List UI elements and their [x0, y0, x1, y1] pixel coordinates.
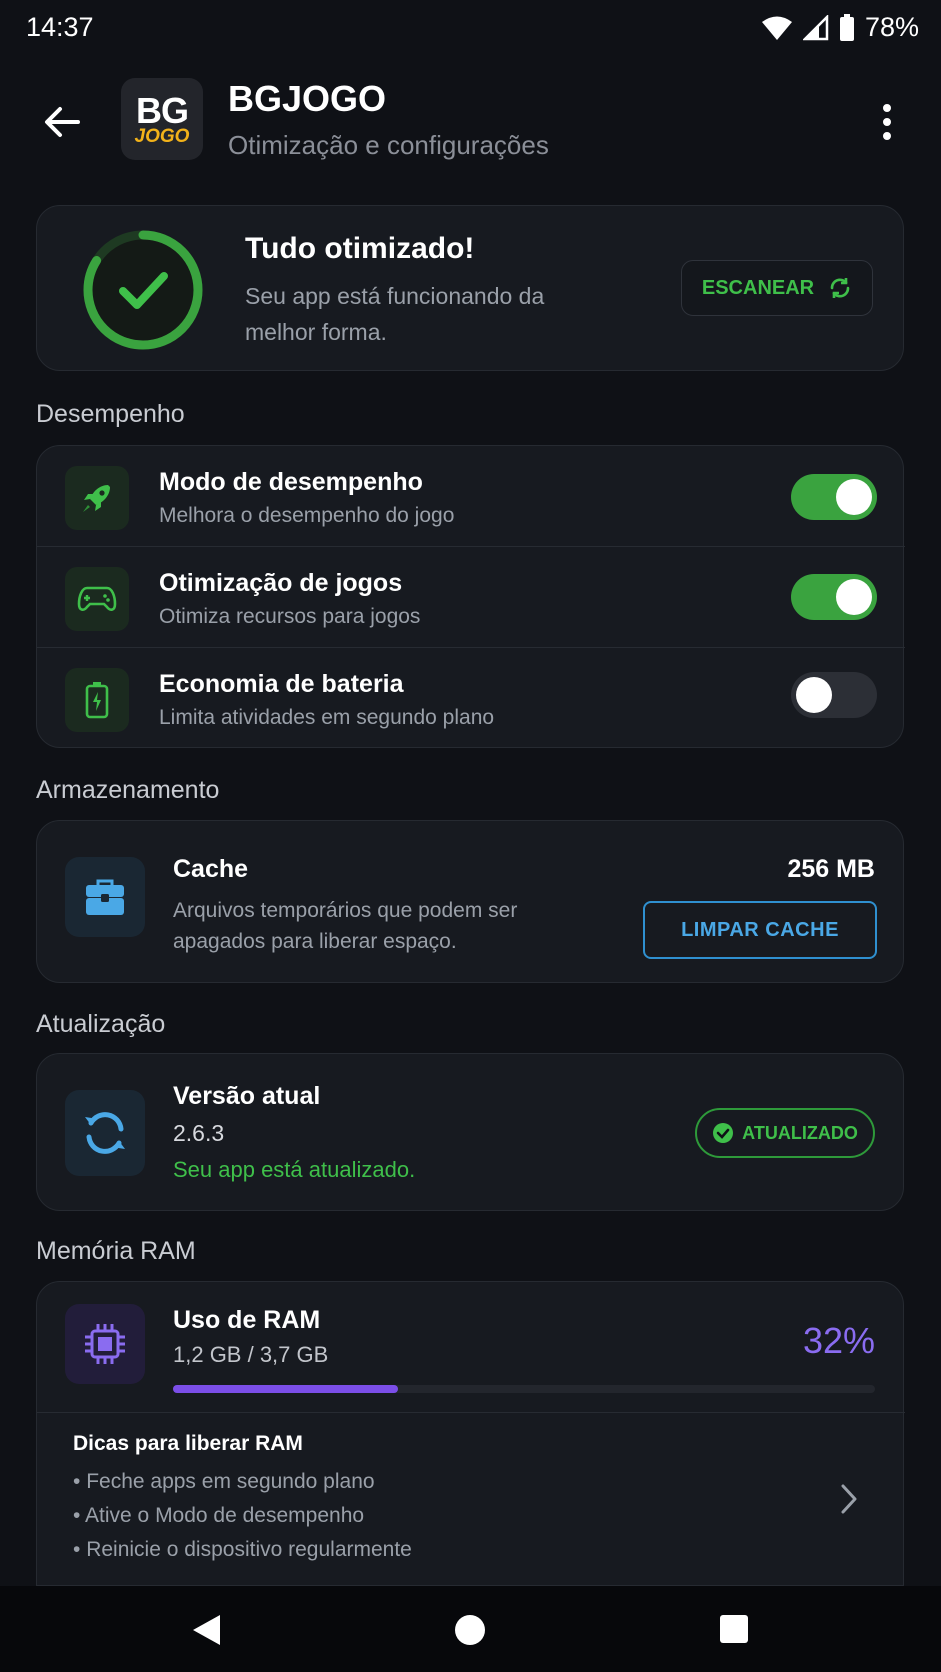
- nav-home-icon[interactable]: [454, 1614, 486, 1646]
- hero-subtitle: Seu app está funcionando da melhor forma…: [245, 283, 545, 345]
- wifi-icon: [761, 16, 792, 40]
- ram-tip-text: Reinicie o dispositivo regularmente: [86, 1538, 412, 1561]
- battery-icon: [65, 668, 129, 732]
- ram-tip-item: • Feche apps em segundo plano: [73, 1470, 375, 1493]
- toggle-knob: [836, 479, 872, 515]
- section-ram-title: Memória RAM: [36, 1237, 196, 1265]
- gamepad-icon: [65, 567, 129, 631]
- battery-status-icon: [839, 13, 854, 41]
- chevron-right-icon[interactable]: [837, 1482, 861, 1516]
- refresh-icon: [830, 278, 850, 298]
- app-logo: BG JOGO: [121, 78, 203, 160]
- sync-icon: [65, 1090, 145, 1176]
- ram-card: Uso de RAM 1,2 GB / 3,7 GB 32% Dicas par…: [36, 1281, 905, 1586]
- storage-card: Cache Arquivos temporários que podem ser…: [36, 820, 904, 983]
- game-optimization-title: Otimização de jogos: [159, 569, 403, 597]
- logo-bg-text: BG: [136, 89, 189, 131]
- ram-usage-title: Uso de RAM: [173, 1306, 321, 1334]
- battery-saver-row[interactable]: Economia de bateria Limita atividades em…: [37, 648, 905, 748]
- nav-recents-icon[interactable]: [719, 1614, 749, 1644]
- hero-title: Tudo otimizado!: [245, 232, 475, 265]
- game-optimization-subtitle: Otimiza recursos para jogos: [159, 605, 421, 628]
- ram-tip-item: • Ative o Modo de desempenho: [73, 1504, 365, 1527]
- nav-back-icon[interactable]: [190, 1613, 222, 1647]
- check-circle-icon: [713, 1123, 734, 1143]
- back-arrow-icon[interactable]: [40, 100, 84, 144]
- game-optimization-toggle[interactable]: [791, 574, 877, 620]
- scan-label: ESCANEAR: [701, 276, 815, 299]
- app-title: BGJOGO: [228, 78, 387, 119]
- updated-badge-label: ATUALIZADO: [742, 1122, 858, 1143]
- logo-jogo-text: JOGO: [134, 125, 190, 147]
- check-ring-icon: [83, 230, 203, 350]
- clear-cache-button[interactable]: LIMPAR CACHE: [643, 901, 877, 959]
- rocket-icon: [65, 466, 129, 530]
- status-time: 14:37: [26, 12, 94, 42]
- cache-subtitle: Arquivos temporários que podem ser apaga…: [173, 899, 518, 953]
- battery-percent: 78%: [864, 12, 919, 42]
- system-nav-bar: [0, 1586, 941, 1672]
- section-update-title: Atualização: [36, 1010, 166, 1038]
- section-performance-title: Desempenho: [36, 400, 185, 428]
- status-icons: 78%: [761, 12, 919, 43]
- ram-usage-amount: 1,2 GB / 3,7 GB: [173, 1342, 329, 1367]
- signal-icon: [802, 14, 829, 40]
- optimization-status-card: Tudo otimizado! Seu app está funcionando…: [36, 205, 904, 371]
- divider: [37, 1412, 905, 1413]
- ram-tip-item: • Reinicie o dispositivo regularmente: [73, 1538, 412, 1561]
- updated-badge: ATUALIZADO: [695, 1108, 875, 1158]
- performance-mode-title: Modo de desempenho: [159, 468, 423, 496]
- ram-tip-text: Feche apps em segundo plano: [86, 1470, 375, 1493]
- ram-progress-bar: [173, 1385, 875, 1393]
- battery-saver-toggle[interactable]: [791, 672, 877, 718]
- performance-mode-row[interactable]: Modo de desempenho Melhora o desempenho …: [37, 446, 905, 546]
- cache-size: 256 MB: [787, 855, 875, 883]
- ram-tip-text: Ative o Modo de desempenho: [85, 1504, 365, 1527]
- section-storage-title: Armazenamento: [36, 776, 220, 804]
- status-bar: 14:37 78%: [0, 0, 941, 60]
- ram-tips-title: Dicas para liberar RAM: [73, 1432, 303, 1455]
- toggle-knob: [836, 579, 872, 615]
- ram-progress-fill: [173, 1385, 398, 1393]
- toolbox-icon: [65, 857, 145, 937]
- performance-mode-toggle[interactable]: [791, 474, 877, 520]
- performance-mode-subtitle: Melhora o desempenho do jogo: [159, 504, 455, 527]
- more-options-icon[interactable]: [872, 100, 902, 144]
- game-optimization-row[interactable]: Otimização de jogos Otimiza recursos par…: [37, 547, 905, 647]
- cache-title: Cache: [173, 855, 249, 883]
- performance-card: Modo de desempenho Melhora o desempenho …: [36, 445, 905, 748]
- app-subtitle: Otimização e configurações: [228, 130, 549, 160]
- toggle-knob: [796, 677, 832, 713]
- current-version-title: Versão atual: [173, 1082, 321, 1110]
- ram-usage-percent: 32%: [802, 1320, 875, 1361]
- version-number: 2.6.3: [173, 1120, 225, 1146]
- scan-button[interactable]: ESCANEAR: [681, 260, 873, 316]
- battery-saver-title: Economia de bateria: [159, 670, 404, 698]
- battery-saver-subtitle: Limita atividades em segundo plano: [159, 706, 495, 729]
- update-card: Versão atual 2.6.3 Seu app está atualiza…: [36, 1053, 904, 1211]
- chip-icon: [65, 1304, 145, 1384]
- update-status-text: Seu app está atualizado.: [173, 1157, 416, 1182]
